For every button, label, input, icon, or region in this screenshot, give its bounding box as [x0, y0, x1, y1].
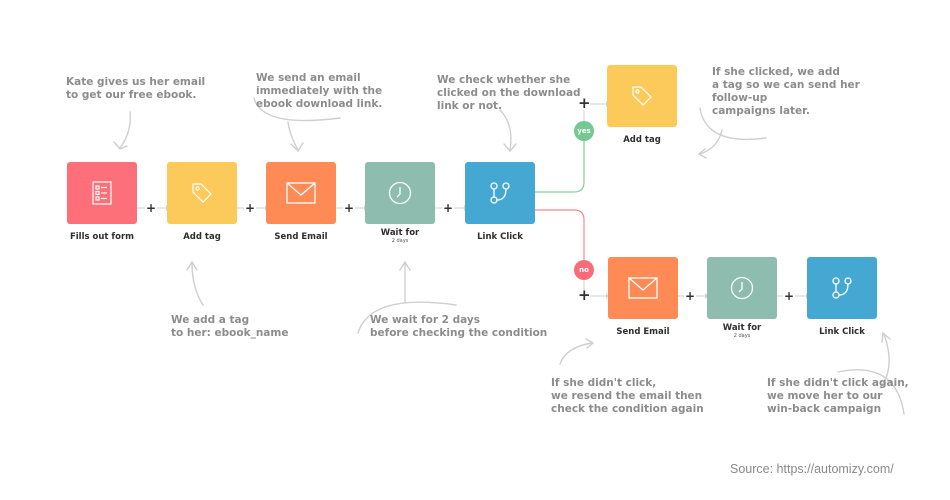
automation-workflow-diagram: Fills out form + Add tag + Send Email + … — [0, 0, 950, 500]
annotation-arrow — [290, 142, 304, 153]
source-credit: Source: https://automizy.com/ — [730, 462, 894, 476]
add-step-button[interactable]: + — [245, 202, 255, 214]
node-box[interactable] — [67, 162, 137, 224]
tag-icon — [632, 86, 652, 106]
node-no-send-email[interactable]: Send Email — [608, 257, 678, 337]
add-step-button[interactable]: + — [344, 202, 354, 214]
add-step-button[interactable]: + — [146, 202, 156, 214]
annotation-winback: If she didn't click again, we move her t… — [767, 377, 909, 415]
annotation-arrow — [503, 143, 517, 153]
node-label: Send Email — [274, 232, 328, 242]
add-step-button[interactable]: + — [784, 290, 794, 302]
annotation-form: Kate gives us her email to get our free … — [66, 76, 206, 101]
tag-icon — [192, 183, 212, 203]
add-step-button[interactable]: + — [443, 202, 453, 214]
annotation-wait: We wait for 2 days before checking the c… — [370, 314, 548, 339]
annotation-yes-tag: If she clicked, we add a tag so we can s… — [712, 66, 860, 117]
add-step-button[interactable]: + — [685, 290, 695, 302]
node-label: Link Click — [819, 327, 865, 337]
node-fills-out-form[interactable]: Fills out form — [67, 162, 137, 242]
node-no-link-click[interactable]: Link Click — [807, 257, 877, 337]
node-box[interactable] — [266, 162, 336, 224]
node-label: Add tag — [623, 135, 661, 145]
node-box[interactable] — [465, 162, 535, 224]
annotation-arrow — [113, 141, 128, 150]
annotation-resend: If she didn't click, we resend the email… — [551, 377, 704, 415]
annotation-email: We send an email immediately with the eb… — [256, 72, 383, 110]
annotation-arrow — [191, 262, 204, 306]
node-label: Add tag — [183, 232, 221, 242]
annotation-arrow — [186, 260, 198, 271]
branch-icon — [490, 182, 510, 204]
annotation-check: We check whether she clicked on the down… — [437, 74, 581, 112]
node-label: Wait for 2 days — [687, 323, 797, 339]
envelope-icon — [628, 277, 658, 299]
no-badge: no — [574, 260, 594, 280]
form-checklist-icon — [92, 181, 112, 205]
node-sublabel: 2 days — [733, 333, 751, 339]
node-box[interactable] — [707, 257, 777, 319]
node-box[interactable] — [608, 257, 678, 319]
branch-icon — [832, 277, 852, 299]
annotation-arrow — [699, 129, 723, 155]
node-link-click[interactable]: Link Click — [465, 162, 535, 242]
node-box[interactable] — [365, 162, 435, 224]
node-label: Link Click — [477, 232, 523, 242]
node-label: Fills out form — [69, 232, 135, 242]
annotation-arrow — [559, 342, 593, 365]
node-sublabel: 2 days — [391, 238, 409, 244]
add-step-button[interactable]: + — [578, 288, 591, 303]
node-add-tag[interactable]: Add tag — [167, 162, 237, 242]
node-label: Wait for 2 days — [345, 228, 455, 244]
node-wait[interactable]: Wait for 2 days — [365, 162, 435, 244]
annotation-arrow — [697, 148, 707, 159]
node-box[interactable] — [607, 65, 677, 127]
clock-icon — [388, 181, 412, 205]
node-no-wait[interactable]: Wait for 2 days — [707, 257, 777, 339]
annotation-arrow — [287, 121, 299, 151]
annotation-arrow — [585, 338, 595, 349]
annotation-arrow — [399, 260, 411, 271]
envelope-icon — [286, 182, 316, 204]
node-box[interactable] — [167, 162, 237, 224]
node-label: Send Email — [616, 327, 670, 337]
node-yes-add-tag[interactable]: Add tag — [607, 65, 677, 145]
annotation-tag: We add a tag to her: ebook_name — [171, 314, 289, 339]
annotation-arrow — [119, 111, 131, 149]
yes-branch-line — [535, 140, 585, 193]
node-box[interactable] — [807, 257, 877, 319]
annotation-arrow — [499, 109, 512, 151]
clock-icon — [730, 276, 754, 300]
node-send-email[interactable]: Send Email — [266, 162, 336, 242]
